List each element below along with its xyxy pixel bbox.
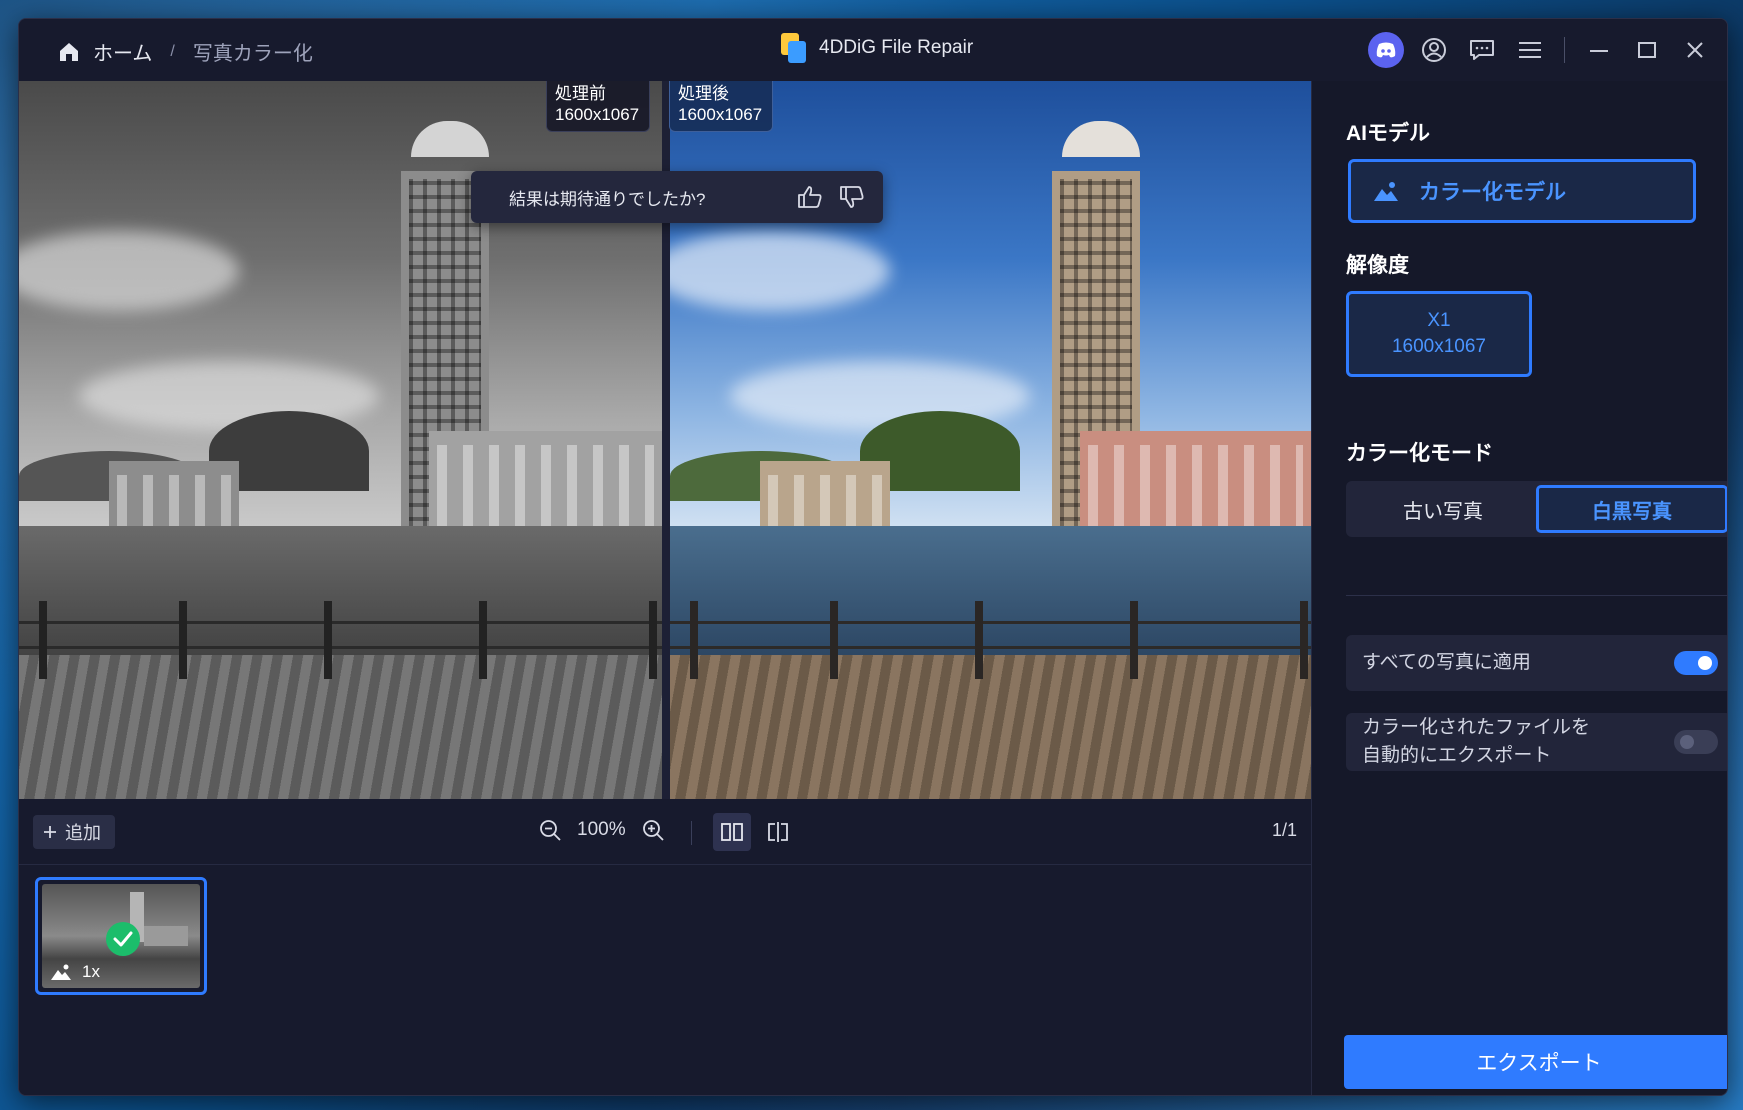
app-logo-icon (779, 33, 807, 63)
thumbs-down-icon (840, 186, 864, 208)
after-size-tag: 処理後 1600x1067 (669, 81, 774, 132)
thumbnail-label: 1x (50, 962, 100, 982)
mode-old-photo[interactable]: 古い写真 (1350, 485, 1536, 533)
thumbnail-item[interactable]: 1x (35, 877, 207, 995)
image-icon (1374, 182, 1398, 201)
thumbs-up-icon (798, 186, 822, 208)
zoom-in-button[interactable] (638, 815, 668, 845)
zoom-out-button[interactable] (535, 815, 565, 845)
page-counter: 1/1 (1271, 820, 1297, 840)
controls-divider (691, 821, 692, 845)
minimize-button[interactable] (1575, 31, 1623, 69)
thumbs-up-button[interactable] (795, 182, 825, 212)
add-button-label: 追加 (65, 823, 101, 843)
zoom-in-icon (642, 820, 664, 841)
thumbs-down-button[interactable] (837, 182, 867, 212)
breadcrumb-current: 写真カラー化 (192, 43, 313, 65)
check-icon (106, 922, 140, 956)
discord-icon (1368, 32, 1404, 68)
maximize-button[interactable] (1623, 31, 1671, 69)
breadcrumb: ホーム / 写真カラー化 (57, 37, 313, 66)
chat-icon (1470, 40, 1494, 60)
feedback-chat-button[interactable] (1458, 31, 1506, 69)
auto-export-option: カラー化されたファイルを 自動的にエクスポート (1346, 713, 1727, 771)
close-button[interactable] (1671, 31, 1719, 69)
thumbnail-strip: 1x (19, 865, 1311, 1095)
thumbnail-image: 1x (42, 884, 200, 988)
after-size: 1600x1067 (678, 105, 763, 124)
breadcrumb-home[interactable]: ホーム (93, 37, 152, 66)
split-compare-icon (768, 822, 788, 842)
auto-export-label: カラー化されたファイルを 自動的にエクスポート (1362, 717, 1591, 766)
split-view-button[interactable] (759, 813, 797, 851)
minimize-icon (1590, 50, 1608, 52)
discord-button[interactable] (1362, 31, 1410, 69)
feedback-popup: 結果は期待通りでしたか? (471, 171, 883, 223)
resolution-scale: X1 (1427, 310, 1451, 331)
resolution-option-x1[interactable]: X1 1600x1067 (1346, 291, 1532, 377)
apply-all-toggle[interactable] (1674, 651, 1718, 675)
app-title-text: 4DDiG File Repair (819, 37, 974, 58)
breadcrumb-separator: / (170, 42, 175, 60)
preview-controls: 追加 100% 1/1 (19, 799, 1311, 865)
resolution-title: 解像度 (1346, 254, 1409, 277)
title-bar-actions (1362, 31, 1727, 69)
zoom-controls: 100% (535, 815, 668, 845)
apply-all-label: すべての写真に適用 (1362, 652, 1531, 673)
ai-model-title: AIモデル (1346, 122, 1430, 145)
menu-button[interactable] (1506, 31, 1554, 69)
colorize-mode-selector: 古い写真 白黒写真 (1346, 481, 1727, 537)
add-button[interactable]: 追加 (33, 815, 115, 849)
hamburger-menu-icon (1519, 42, 1541, 58)
app-window: ホーム / 写真カラー化 4DDiG File Repair 処理前 1600x… (18, 18, 1728, 1096)
colorize-mode-title: カラー化モード (1346, 442, 1493, 465)
after-label: 処理後 (678, 84, 729, 103)
plus-icon (44, 826, 56, 838)
auto-export-toggle[interactable] (1674, 730, 1718, 754)
side-by-side-view-button[interactable] (713, 813, 751, 851)
colorize-model-option[interactable]: カラー化モデル (1348, 159, 1696, 223)
thumbnail-scale: 1x (82, 962, 100, 981)
settings-panel: AIモデル カラー化モデル 解像度 X1 1600x1067 カラー化モード 古… (1311, 81, 1727, 1095)
home-icon[interactable] (57, 40, 81, 64)
user-icon (1422, 38, 1446, 62)
model-name: カラー化モデル (1419, 181, 1566, 204)
view-mode-buttons (713, 813, 797, 851)
feedback-question: 結果は期待通りでしたか? (509, 189, 706, 209)
image-preview: 処理前 1600x1067 処理後 1600x1067 結果は期待通りでしたか? (19, 81, 1311, 799)
before-size: 1600x1067 (555, 105, 640, 124)
before-label: 処理前 (555, 84, 606, 103)
title-bar-divider (1564, 37, 1565, 63)
resolution-size: 1600x1067 (1391, 336, 1487, 357)
zoom-level: 100% (577, 819, 626, 840)
app-title: 4DDiG File Repair (779, 33, 973, 63)
zoom-out-icon (540, 820, 561, 841)
title-bar: ホーム / 写真カラー化 4DDiG File Repair (19, 19, 1727, 81)
export-button[interactable]: エクスポート (1344, 1035, 1727, 1089)
side-by-side-icon (721, 823, 743, 841)
mode-black-white-photo[interactable]: 白黒写真 (1536, 485, 1727, 533)
before-size-tag: 処理前 1600x1067 (546, 81, 651, 132)
account-button[interactable] (1410, 31, 1458, 69)
maximize-icon (1638, 42, 1656, 58)
apply-all-option: すべての写真に適用 (1346, 635, 1727, 691)
image-icon (51, 964, 71, 980)
panel-divider (1346, 595, 1727, 596)
close-icon (1687, 42, 1703, 58)
